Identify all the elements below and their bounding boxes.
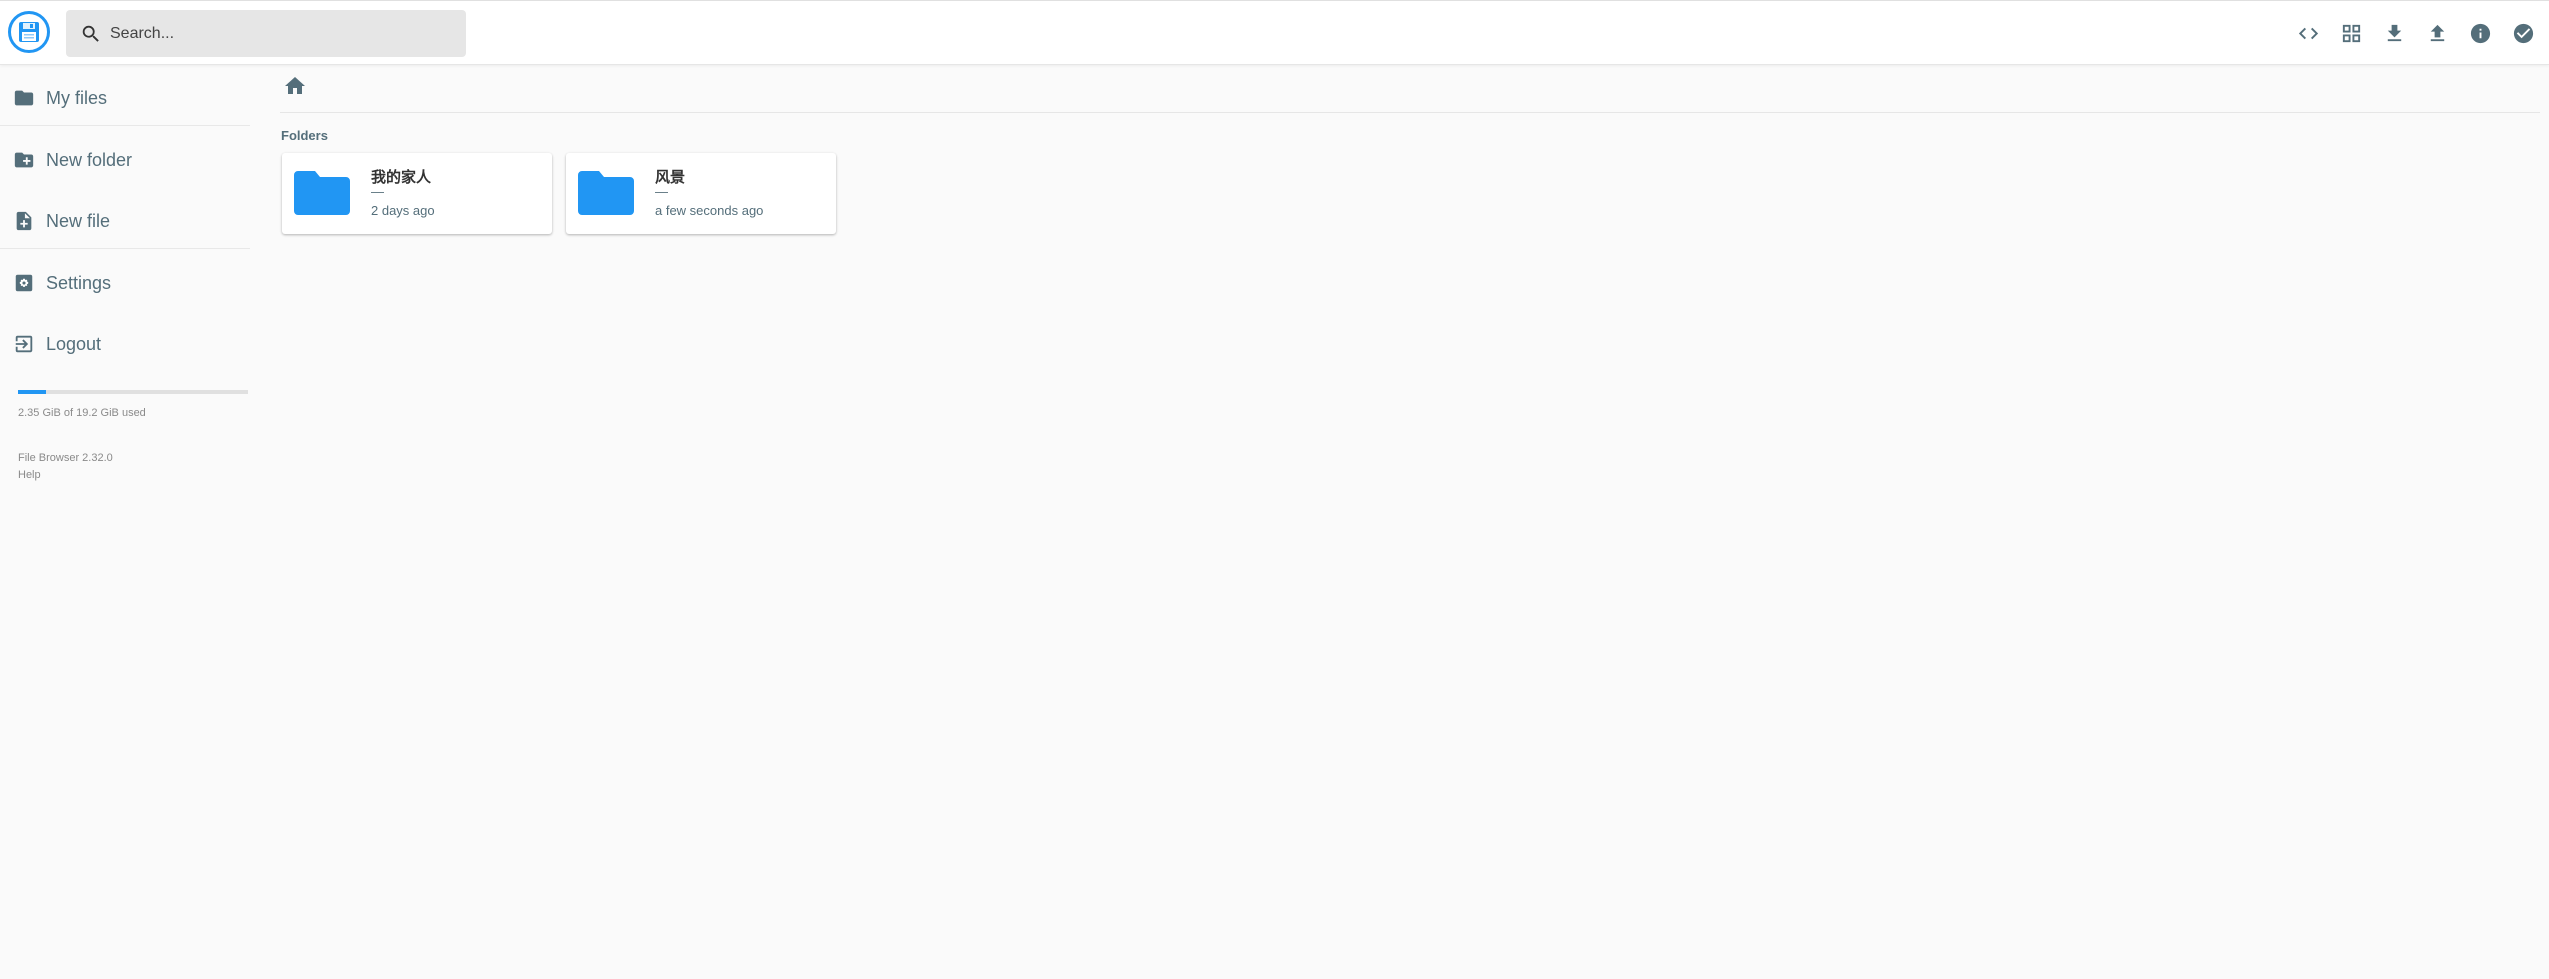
floppy-disk-icon (19, 22, 39, 42)
folder-item[interactable]: 风景 — a few seconds ago (566, 153, 836, 234)
grid-view-button[interactable] (2330, 17, 2373, 49)
download-button[interactable] (2373, 17, 2416, 49)
sidebar-divider (0, 125, 250, 126)
sidebar-item-label: Logout (46, 333, 102, 354)
folder-icon (294, 171, 350, 215)
credits: File Browser 2.32.0 Help (18, 450, 113, 484)
download-icon (2387, 24, 2402, 41)
sidebar-item-new-file[interactable]: New file (0, 192, 250, 250)
storage-quota-text: 2.35 GiB of 19.2 GiB used (18, 407, 146, 419)
folder-icon (14, 90, 34, 106)
folder-size: — (371, 184, 384, 199)
folder-icon (578, 171, 634, 215)
sidebar-item-label: New folder (46, 149, 133, 170)
upload-icon (2430, 24, 2445, 41)
folder-modified: a few seconds ago (655, 203, 764, 218)
note-add-icon (16, 211, 32, 231)
sidebar-item-label: My files (46, 87, 108, 108)
app-logo[interactable] (8, 11, 50, 53)
help-link[interactable]: Help (18, 467, 113, 484)
version-link[interactable]: File Browser 2.32.0 (18, 450, 113, 467)
storage-quota-bar (18, 390, 248, 394)
sidebar-item-logout[interactable]: Logout (0, 315, 250, 373)
sidebar-item-settings[interactable]: Settings (0, 254, 250, 312)
logout-icon (15, 335, 33, 353)
search-input[interactable] (108, 23, 448, 44)
folders-section-title: Folders (281, 128, 328, 143)
top-bar (0, 0, 2549, 65)
folder-item[interactable]: 我的家人 — 2 days ago (282, 153, 552, 234)
search-bar[interactable] (66, 10, 466, 57)
info-button[interactable] (2459, 17, 2502, 49)
settings-icon (15, 274, 33, 292)
sidebar-item-new-folder[interactable]: New folder (0, 131, 250, 189)
grid-view-icon (2342, 24, 2361, 42)
home-icon[interactable] (283, 74, 307, 98)
upload-button[interactable] (2416, 17, 2459, 49)
create-folder-icon (14, 152, 34, 168)
sidebar-item-label: New file (46, 210, 111, 231)
info-icon (2470, 23, 2491, 43)
storage-quota-fill (18, 390, 47, 394)
folder-modified: 2 days ago (371, 203, 435, 218)
toggle-code-button[interactable] (2287, 17, 2330, 49)
sidebar: My files New folder New file Settings Lo… (0, 65, 250, 979)
folder-size: — (655, 184, 668, 199)
breadcrumb (280, 65, 2540, 113)
sidebar-item-my-files[interactable]: My files (0, 69, 250, 127)
sidebar-divider (0, 248, 250, 249)
select-button[interactable] (2502, 17, 2545, 49)
header-actions (2287, 17, 2545, 49)
toggle-code-icon (2298, 27, 2319, 39)
sidebar-item-label: Settings (46, 272, 112, 293)
search-icon (82, 25, 99, 42)
select-check-icon (2513, 23, 2534, 43)
